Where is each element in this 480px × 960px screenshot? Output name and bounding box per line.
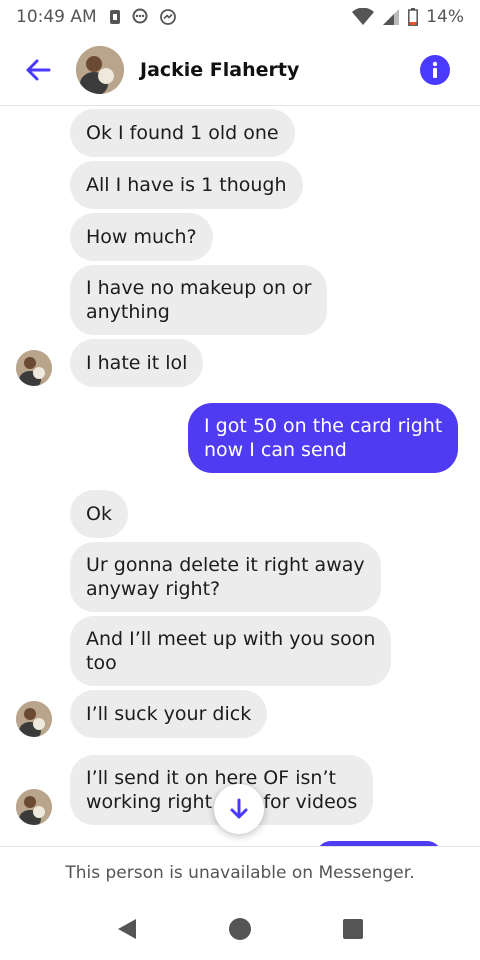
- battery-percent: 14%: [426, 7, 464, 27]
- sim-card-icon: [109, 10, 120, 24]
- incoming-message[interactable]: Ur gonna delete it right away anyway rig…: [70, 542, 381, 612]
- messenger-bubble-icon: [132, 8, 148, 24]
- back-arrow-icon: [26, 59, 51, 80]
- system-nav-bar: [0, 898, 480, 960]
- unavailable-notice: This person is unavailable on Messenger.: [0, 846, 480, 898]
- contact-avatar-small[interactable]: [16, 350, 52, 386]
- info-button[interactable]: [420, 54, 450, 85]
- contact-avatar-small[interactable]: [16, 701, 52, 737]
- conversation-header: Jackie Flaherty: [0, 34, 480, 106]
- incoming-message[interactable]: How much?: [70, 213, 213, 261]
- contact-avatar[interactable]: [76, 45, 124, 94]
- messenger-icon: [159, 9, 176, 25]
- contact-avatar-small[interactable]: [16, 789, 52, 825]
- back-button[interactable]: [20, 52, 56, 88]
- wifi-icon: [352, 8, 375, 25]
- home-circle-icon: [228, 918, 251, 940]
- incoming-message[interactable]: And I’ll meet up with you soon too: [70, 616, 392, 686]
- incoming-message[interactable]: I have no makeup on or anything: [70, 265, 328, 335]
- back-triangle-icon: [117, 919, 136, 939]
- nav-recents-button[interactable]: [333, 909, 373, 949]
- message-thread[interactable]: Ok I found 1 old one All I have is 1 tho…: [0, 106, 480, 846]
- scroll-to-bottom-button[interactable]: [214, 784, 264, 834]
- incoming-message[interactable]: Ok I found 1 old one: [70, 109, 295, 157]
- incoming-message[interactable]: All I have is 1 though: [70, 161, 303, 209]
- status-time: 10:49 AM: [16, 7, 97, 27]
- battery-icon: [408, 8, 419, 26]
- incoming-message[interactable]: I hate it lol: [70, 339, 204, 387]
- info-icon: [432, 61, 438, 78]
- arrow-down-icon: [230, 798, 248, 819]
- nav-home-button[interactable]: [220, 909, 260, 949]
- status-bar: 10:49 AM 14%: [0, 0, 480, 34]
- recents-square-icon: [343, 919, 364, 939]
- outgoing-message[interactable]: I got 50 on the card right now I can sen…: [188, 403, 459, 473]
- contact-name[interactable]: Jackie Flaherty: [140, 59, 299, 81]
- nav-back-button[interactable]: [107, 909, 147, 949]
- signal-icon: [383, 9, 400, 25]
- incoming-message[interactable]: Ok: [70, 490, 128, 538]
- incoming-message[interactable]: I’ll suck your dick: [70, 690, 268, 738]
